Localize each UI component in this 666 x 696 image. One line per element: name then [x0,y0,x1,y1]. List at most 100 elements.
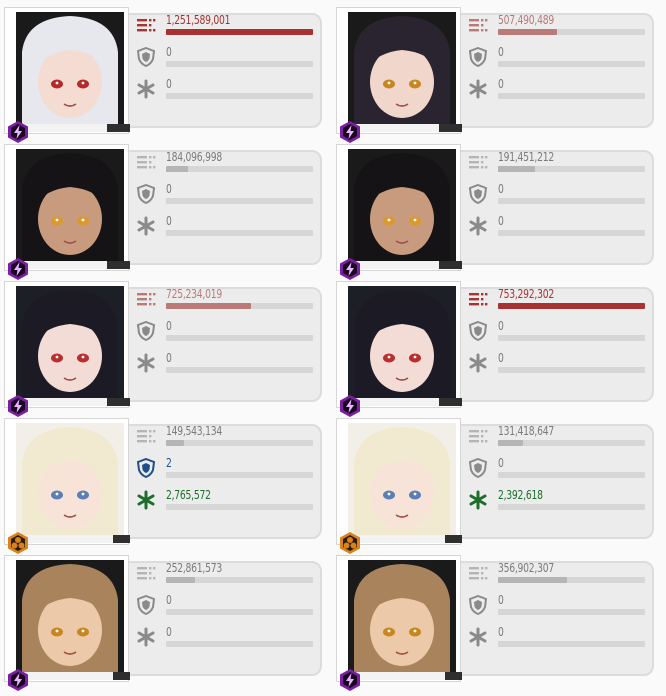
character-portrait[interactable] [336,7,462,143]
damage-row: 252,861,573 [136,561,316,589]
heal-icon [468,627,488,647]
character-portrait[interactable] [4,281,130,417]
hp-bar-fill [348,535,445,543]
damage-bar-fill [166,577,196,583]
character-portrait[interactable] [4,144,130,280]
heal-bar [166,641,313,647]
shield-value: 0 [498,181,504,196]
heal-row: 2,765,572 [136,488,316,516]
damage-row: 149,543,134 [136,424,316,452]
unit-stat-card: 753,292,302 0 0 [336,281,654,417]
shield-icon [136,457,156,479]
damage-value: 149,543,134 [166,423,222,438]
damage-bar [498,440,645,446]
shield-value: 2 [166,455,172,470]
damage-bar-fill [498,303,645,309]
shield-bar [166,198,313,204]
heal-value: 0 [166,624,172,639]
heal-value: 0 [498,76,504,91]
character-portrait[interactable] [336,418,462,554]
heal-value: 2,765,572 [166,487,211,502]
shield-row: 0 [136,45,316,73]
shield-value: 0 [166,318,172,333]
heal-value: 0 [498,624,504,639]
hp-bar [16,124,130,132]
heal-icon [468,79,488,99]
heal-row: 0 [136,214,316,242]
shield-row: 0 [136,593,316,621]
unit-stat-card: 184,096,998 0 0 [4,144,322,280]
character-portrait[interactable] [4,555,130,691]
heal-row: 0 [136,625,316,653]
shield-row: 0 [136,319,316,347]
character-art [348,423,456,535]
character-portrait[interactable] [336,144,462,280]
damage-bar [166,29,313,35]
damage-bar [498,166,645,172]
damage-icon [468,152,488,172]
heal-row: 0 [468,351,648,379]
damage-icon [468,289,488,309]
shield-bar [498,198,645,204]
character-art [16,12,124,124]
shield-bar [166,61,313,67]
damage-bar [498,29,645,35]
shield-icon [468,46,488,68]
shield-row: 0 [468,319,648,347]
heal-value: 0 [166,350,172,365]
damage-row: 356,902,307 [468,561,648,589]
character-portrait[interactable] [336,555,462,691]
heal-icon [468,216,488,236]
damage-value: 725,234,019 [166,286,222,301]
character-art [348,560,456,672]
damage-bar-fill [166,166,189,172]
hp-bar [16,535,130,543]
unit-stat-card: 191,451,212 0 0 [336,144,654,280]
hp-bar-fill [16,535,113,543]
damage-bar-fill [498,29,557,35]
damage-bar [166,440,313,446]
unit-stat-card: 1,251,589,001 0 0 [4,7,322,143]
character-art [16,423,124,535]
character-art [348,286,456,398]
shield-row: 0 [468,593,648,621]
shield-bar [498,609,645,615]
unit-stat-card: 507,490,489 0 0 [336,7,654,143]
shield-icon [136,46,156,68]
character-portrait[interactable] [336,281,462,417]
character-portrait[interactable] [4,418,130,554]
heal-row: 0 [468,77,648,105]
shield-icon [136,320,156,342]
damage-bar [498,577,645,583]
character-art [16,149,124,261]
shield-icon [468,320,488,342]
shield-icon [136,594,156,616]
shield-bar [498,335,645,341]
electric-element-icon [6,120,30,144]
shield-value: 0 [498,455,504,470]
character-art [16,286,124,398]
damage-icon [468,426,488,446]
shield-value: 0 [166,592,172,607]
damage-bar-fill [166,303,252,309]
hp-bar [348,261,462,269]
damage-icon [468,15,488,35]
damage-bar [166,166,313,172]
heal-bar [166,367,313,373]
heal-value: 0 [166,76,172,91]
damage-bar [166,303,313,309]
damage-icon [136,289,156,309]
damage-icon [136,152,156,172]
electric-element-icon [338,257,362,281]
unit-stat-card: 725,234,019 0 0 [4,281,322,417]
character-portrait[interactable] [4,7,130,143]
damage-icon [136,15,156,35]
heal-icon [136,627,156,647]
heal-value: 0 [498,350,504,365]
shield-bar [166,472,313,478]
hp-bar [16,398,130,406]
heal-bar [166,504,313,510]
heal-bar [498,641,645,647]
iron-element-icon [6,531,30,555]
hp-bar [348,398,462,406]
